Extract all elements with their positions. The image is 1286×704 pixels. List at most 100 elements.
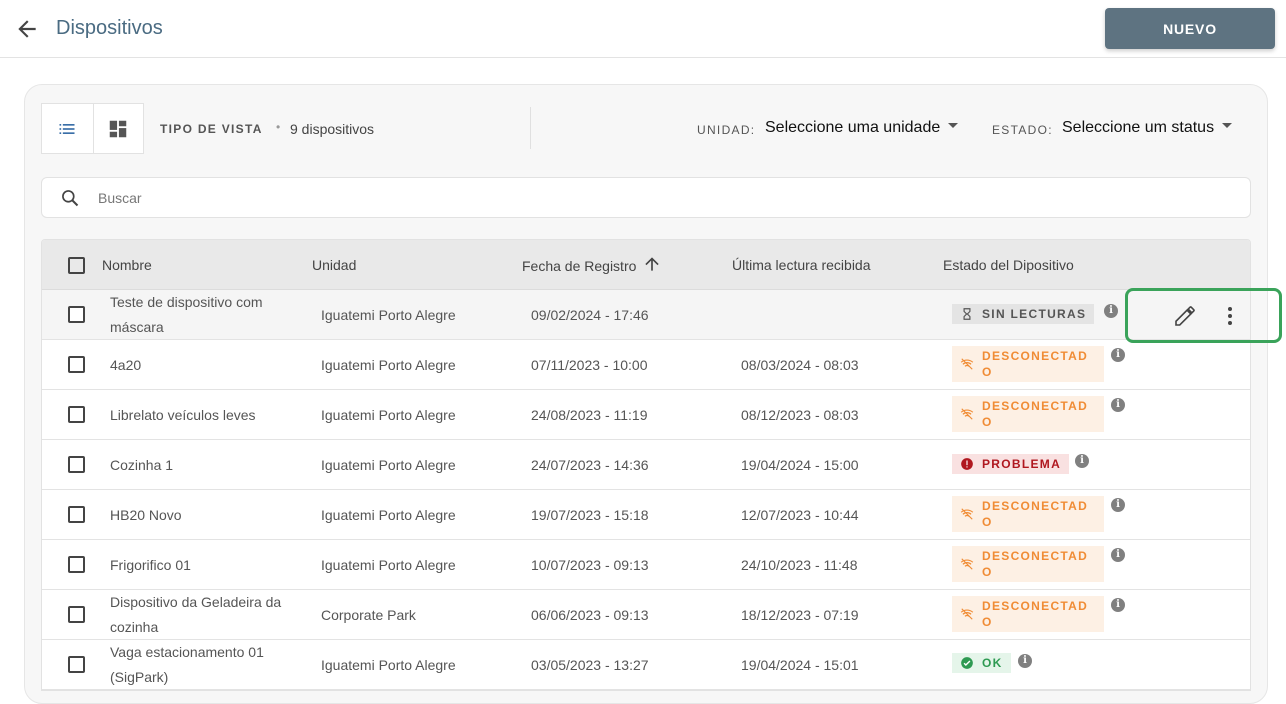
table-row[interactable]: Cozinha 1 Iguatemi Porto Alegre 24/07/2023… (42, 440, 1250, 490)
status-badge-label: PROBLEMA (982, 457, 1062, 471)
device-name: HB20 Novo (110, 506, 182, 523)
device-unit: Corporate Park (321, 607, 416, 623)
view-type-label: TIPO DE VISTA (160, 122, 263, 136)
info-icon[interactable]: i (1111, 498, 1125, 512)
search-box (41, 177, 1251, 218)
device-name: Frigorifico 01 (110, 556, 191, 573)
error-icon (961, 458, 973, 470)
column-header-registered[interactable]: Fecha de Registro (522, 257, 662, 274)
pencil-icon[interactable] (1173, 304, 1197, 328)
back-arrow-icon[interactable] (14, 16, 40, 42)
wifi-off-icon (960, 408, 974, 420)
device-count: 9 dispositivos (290, 121, 375, 137)
toolbar-divider (530, 107, 531, 149)
registration-date: 09/02/2024 - 17:46 (531, 307, 649, 323)
row-checkbox[interactable] (68, 506, 85, 523)
row-checkbox[interactable] (68, 456, 85, 473)
view-type-toggle (41, 103, 144, 154)
info-icon[interactable]: i (1075, 454, 1089, 468)
column-header-name[interactable]: Nombre (102, 257, 152, 273)
info-icon[interactable]: i (1111, 598, 1125, 612)
table-row[interactable]: Dispositivo da Geladeira da cozinha Corpo… (42, 590, 1250, 640)
select-all-checkbox[interactable] (68, 257, 85, 274)
status-badge: DESCONECTADO (952, 546, 1104, 582)
device-unit: Iguatemi Porto Alegre (321, 657, 456, 673)
info-icon[interactable]: i (1111, 348, 1125, 362)
status-badge: DESCONECTADO (952, 596, 1104, 632)
unit-filter-label: UNIDAD: (697, 123, 756, 137)
last-reading-date: 12/07/2023 - 10:44 (741, 507, 859, 523)
row-checkbox[interactable] (68, 656, 85, 673)
device-unit: Iguatemi Porto Alegre (321, 357, 456, 373)
unit-filter-select[interactable]: Seleccione uma unidade (765, 119, 959, 137)
table-row[interactable]: 4a20 Iguatemi Porto Alegre 07/11/2023 - 10… (42, 340, 1250, 390)
status-badge: PROBLEMA (952, 454, 1070, 474)
last-reading-date: 19/04/2024 - 15:00 (741, 457, 859, 473)
table-row[interactable]: Teste de dispositivo com máscara Iguatemi… (42, 290, 1250, 340)
device-name: Teste de dispositivo com máscara (110, 294, 263, 335)
registration-date: 10/07/2023 - 09:13 (531, 557, 649, 573)
status-badge: OK (952, 653, 1011, 673)
row-actions-highlight (1125, 288, 1282, 343)
wifi-off-icon (960, 608, 974, 620)
info-icon[interactable]: i (1111, 398, 1125, 412)
caret-down-icon (948, 123, 959, 129)
column-header-last-reading[interactable]: Última lectura recibida (732, 257, 871, 273)
device-unit: Iguatemi Porto Alegre (321, 407, 456, 423)
info-icon[interactable]: i (1111, 548, 1125, 562)
more-vert-icon[interactable] (1218, 304, 1242, 328)
status-badge: SIN LECTURAS (952, 304, 1095, 324)
device-unit: Iguatemi Porto Alegre (321, 507, 456, 523)
info-icon[interactable]: i (1104, 304, 1118, 318)
wifi-off-icon (960, 508, 974, 520)
registration-date: 24/07/2023 - 14:36 (531, 457, 649, 473)
registration-date: 03/05/2023 - 13:27 (531, 657, 649, 673)
search-icon (62, 190, 79, 207)
last-reading-date: 19/04/2024 - 15:01 (741, 657, 859, 673)
status-badge: DESCONECTADO (952, 346, 1104, 382)
devices-card: TIPO DE VISTA • 9 dispositivos UNIDAD: S… (24, 84, 1268, 704)
registration-date: 07/11/2023 - 10:00 (531, 357, 648, 373)
top-bar: Dispositivos NUEVO (0, 0, 1286, 58)
page-title: Dispositivos (56, 17, 163, 39)
last-reading-date: 08/03/2024 - 08:03 (741, 357, 859, 373)
status-badge-label: DESCONECTADO (982, 399, 1089, 429)
device-name: 4a20 (110, 356, 142, 373)
table-row[interactable]: Librelato veículos leves Iguatemi Porto A… (42, 390, 1250, 440)
column-header-unit[interactable]: Unidad (312, 257, 356, 273)
status-badge-label: DESCONECTADO (982, 549, 1089, 579)
status-badge-label: SIN LECTURAS (982, 307, 1087, 321)
device-name: Librelato veículos leves (110, 406, 256, 423)
status-badge-label: OK (982, 656, 1003, 670)
last-reading-date: 24/10/2023 - 11:48 (741, 557, 858, 573)
device-name: Dispositivo da Geladeira da cozinha (110, 594, 282, 635)
info-icon[interactable]: i (1018, 654, 1032, 668)
table-body: Teste de dispositivo com máscara Iguatemi… (42, 290, 1250, 690)
status-badge-label: DESCONECTADO (982, 349, 1089, 379)
row-checkbox[interactable] (68, 356, 85, 373)
last-reading-date: 08/12/2023 - 08:03 (741, 407, 859, 423)
search-input[interactable] (98, 186, 1198, 210)
row-checkbox[interactable] (68, 306, 85, 323)
registration-date: 06/06/2023 - 09:13 (531, 607, 649, 623)
column-header-status[interactable]: Estado del Dipositivo (943, 257, 1074, 273)
device-name: Vaga estacionamento 01 (SigPark) (110, 644, 264, 685)
sort-arrow-up-icon (645, 257, 660, 271)
status-filter-label: ESTADO: (992, 123, 1053, 137)
check-circle-icon (961, 657, 973, 669)
column-header-registered-label: Fecha de Registro (522, 257, 637, 274)
table-row[interactable]: Vaga estacionamento 01 (SigPark) Iguatemi… (42, 640, 1250, 690)
status-filter-select[interactable]: Seleccione um status (1062, 119, 1233, 137)
grid-view-button[interactable] (92, 104, 144, 153)
wifi-off-icon (960, 558, 974, 570)
list-view-button[interactable] (42, 104, 93, 153)
table-row[interactable]: Frigorifico 01 Iguatemi Porto Alegre 10/07… (42, 540, 1250, 590)
table-header: Nombre Unidad Fecha de Registro Última l… (42, 240, 1250, 290)
row-checkbox[interactable] (68, 606, 85, 623)
row-checkbox[interactable] (68, 406, 85, 423)
table-row[interactable]: HB20 Novo Iguatemi Porto Alegre 19/07/2023… (42, 490, 1250, 540)
hourglass-icon (963, 308, 971, 320)
row-checkbox[interactable] (68, 556, 85, 573)
registration-date: 19/07/2023 - 15:18 (531, 507, 649, 523)
new-device-button[interactable]: NUEVO (1105, 8, 1275, 49)
